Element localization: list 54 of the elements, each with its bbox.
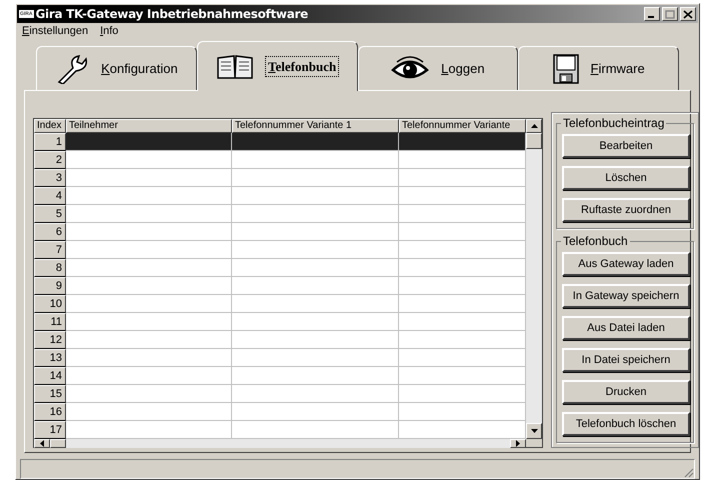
scroll-thumb[interactable] [50, 439, 66, 448]
scroll-thumb[interactable] [526, 133, 542, 149]
column-header[interactable]: Telefonnummer Variante 1 [232, 119, 399, 133]
close-button[interactable] [680, 7, 696, 21]
action-button[interactable]: Löschen [562, 166, 690, 190]
row-header[interactable]: 6 [34, 223, 66, 241]
book-icon [216, 54, 254, 80]
row-header[interactable]: 8 [34, 259, 66, 277]
column-header[interactable]: Index [34, 119, 66, 133]
row-header[interactable]: 5 [34, 205, 66, 223]
group-title: Telefonbucheintrag [561, 115, 666, 131]
resize-grip-icon[interactable] [682, 466, 694, 478]
row-header[interactable]: 17 [34, 421, 66, 439]
close-icon[interactable] [683, 10, 693, 18]
minimize-button[interactable] [644, 7, 660, 21]
row-header[interactable]: 16 [34, 403, 66, 421]
tab[interactable]: Telefonbuch [196, 41, 358, 91]
row-header[interactable]: 2 [34, 151, 66, 169]
tab[interactable]: Firmware [518, 46, 679, 90]
action-button[interactable]: Telefonbuch löschen [562, 412, 690, 436]
column-header[interactable]: Telefonnummer Variante [399, 119, 526, 133]
menu-item[interactable]: Info [100, 22, 118, 40]
row-header[interactable]: 7 [34, 241, 66, 259]
down-arrow-icon[interactable] [530, 429, 538, 433]
tab[interactable]: Loggen [358, 46, 518, 90]
row-header[interactable]: 15 [34, 385, 66, 403]
menu-item[interactable]: Einstellungen [22, 22, 88, 40]
row-header[interactable]: 12 [34, 331, 66, 349]
horizontal-scrollbar[interactable] [34, 439, 526, 448]
row-header[interactable]: 1 [34, 133, 66, 151]
action-button[interactable]: In Datei speichern [562, 348, 690, 372]
action-button[interactable]: Aus Gateway laden [562, 252, 690, 276]
action-button[interactable]: Drucken [562, 380, 690, 404]
up-arrow-icon[interactable] [530, 124, 538, 128]
action-button[interactable]: Bearbeiten [562, 134, 690, 158]
column-header[interactable]: Teilnehmer [66, 119, 232, 133]
action-button[interactable]: In Gateway speichern [562, 284, 690, 308]
row-header[interactable]: 4 [34, 187, 66, 205]
wrench-icon [55, 54, 90, 84]
left-arrow-icon[interactable] [40, 440, 44, 447]
row-header[interactable]: 9 [34, 277, 66, 295]
row-header[interactable]: 14 [34, 367, 66, 385]
floppy-icon [552, 54, 579, 84]
row-header[interactable]: 13 [34, 349, 66, 367]
maximize-button[interactable] [662, 7, 678, 21]
row-header[interactable]: 10 [34, 295, 66, 313]
row-header[interactable]: 11 [34, 313, 66, 331]
row-header[interactable]: 3 [34, 169, 66, 187]
action-button[interactable]: Aus Datei laden [562, 316, 690, 340]
window-title: Gira TK-Gateway Inbetriebnahmesoftware [36, 6, 308, 23]
right-arrow-icon[interactable] [516, 440, 520, 447]
tab[interactable]: Konfiguration [36, 46, 197, 90]
vertical-scrollbar[interactable] [526, 119, 542, 439]
action-button[interactable]: Ruftaste zuordnen [562, 198, 690, 222]
